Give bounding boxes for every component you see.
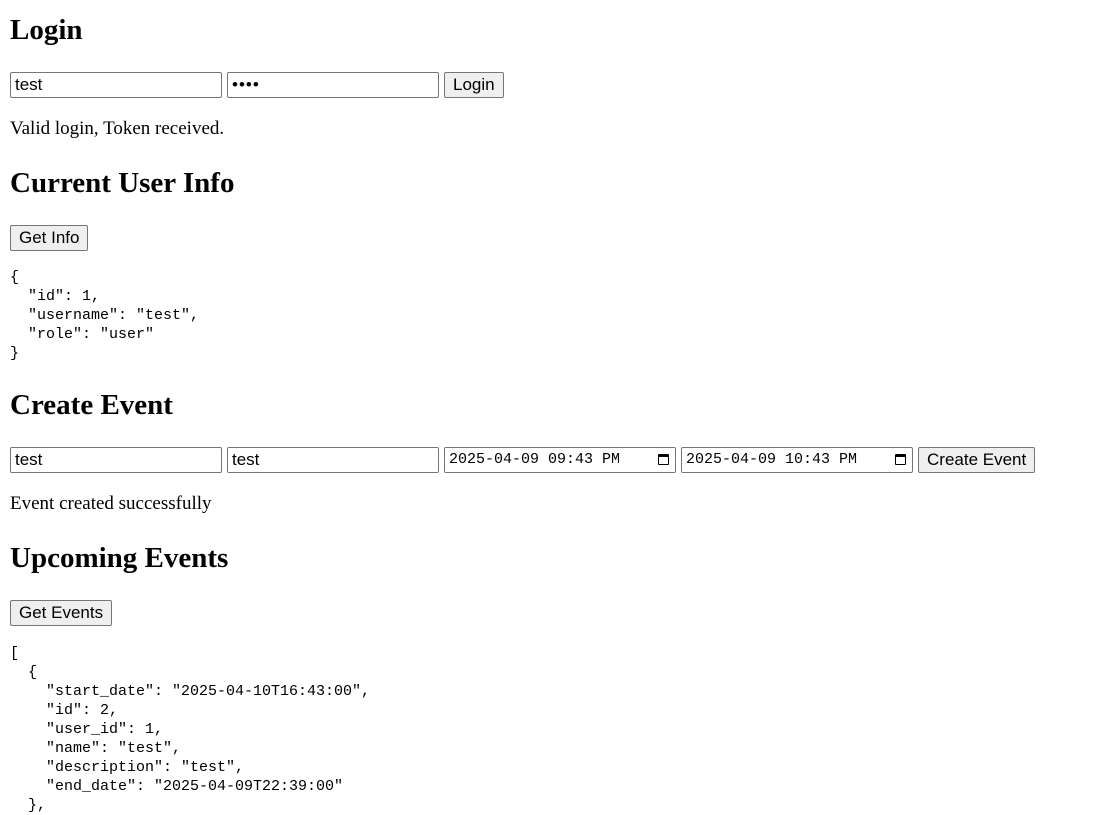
- login-button[interactable]: Login: [444, 72, 504, 98]
- upcoming-events-heading: Upcoming Events: [10, 542, 229, 574]
- event-start-datetime-value: 2025-04-09 09:43 PM: [449, 451, 621, 468]
- calendar-icon[interactable]: [895, 454, 906, 465]
- calendar-icon[interactable]: [658, 454, 669, 465]
- event-end-datetime-input[interactable]: 2025-04-09 10:43 PM: [681, 447, 913, 473]
- create-event-heading: Create Event: [10, 389, 173, 421]
- event-name-input[interactable]: test: [10, 447, 222, 473]
- event-start-datetime-input[interactable]: 2025-04-09 09:43 PM: [444, 447, 676, 473]
- create-event-button[interactable]: Create Event: [918, 447, 1036, 473]
- login-heading: Login: [10, 14, 83, 46]
- get-info-button[interactable]: Get Info: [10, 225, 89, 251]
- events-json-output: [ { "start_date": "2025-04-10T16:43:00",…: [10, 645, 371, 814]
- event-description-input[interactable]: test: [227, 447, 439, 473]
- login-status-message: Valid login, Token received.: [10, 118, 225, 139]
- user-info-json-output: { "id": 1, "username": "test", "role": "…: [10, 269, 200, 362]
- password-input[interactable]: ••••: [227, 72, 439, 98]
- get-events-button[interactable]: Get Events: [10, 600, 113, 626]
- event-end-datetime-value: 2025-04-09 10:43 PM: [686, 451, 858, 468]
- username-input[interactable]: test: [10, 72, 222, 98]
- user-info-heading: Current User Info: [10, 167, 235, 199]
- create-event-status-message: Event created successfully: [10, 493, 212, 514]
